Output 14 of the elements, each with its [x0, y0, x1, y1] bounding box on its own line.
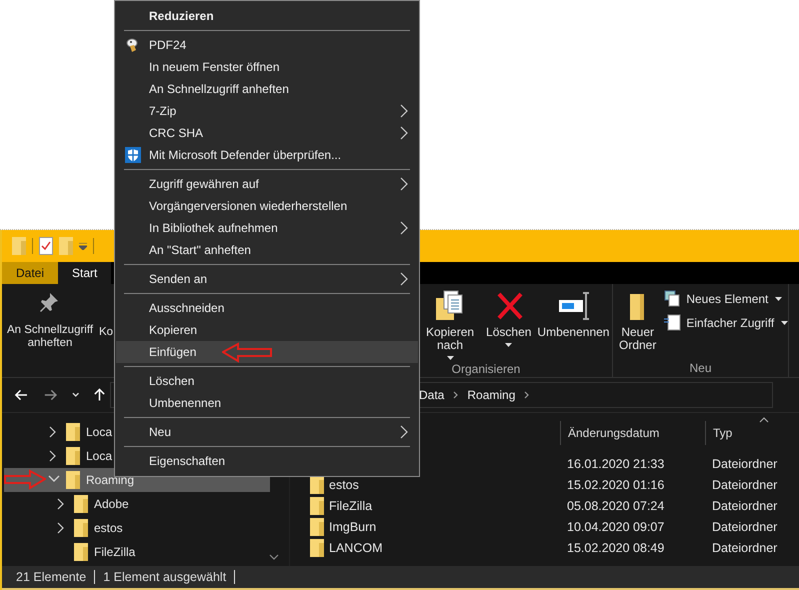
table-cell-text: 10.04.2020 09:07	[566, 520, 666, 534]
table-cell-text: Dateiordner	[711, 520, 778, 534]
status-text: 21 Elemente	[16, 570, 86, 584]
table-cell-text: 15.02.2020 08:49	[566, 540, 666, 554]
table-cell-text: Dateiordner	[711, 498, 778, 512]
table-cell-text: 05.08.2020 07:24	[566, 498, 666, 512]
table-cell-text: Dateiordner	[711, 540, 778, 554]
table-cell-text: Dateiordner	[711, 456, 778, 470]
group-label: Organisieren	[450, 361, 522, 378]
table-cell-text: Dateiordner	[711, 478, 778, 492]
status-text: 1 Element ausgewählt	[103, 570, 226, 584]
table-cell-text: 15.02.2020 01:16	[566, 478, 666, 492]
table-cell-text: 16.01.2020 21:33	[566, 456, 666, 470]
group-label: Neu	[688, 360, 712, 377]
